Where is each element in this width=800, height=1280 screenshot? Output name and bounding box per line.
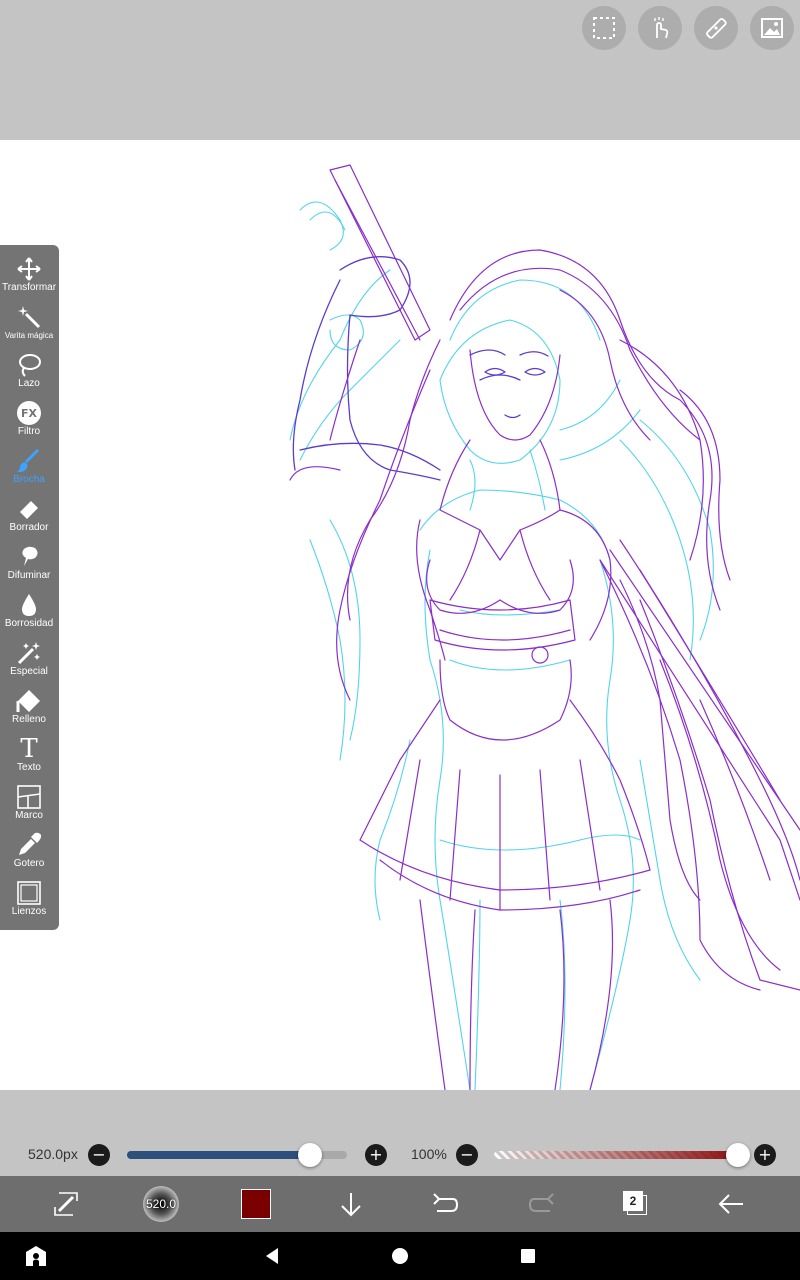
arrow-left-icon [718,1194,743,1214]
tool-lasso[interactable]: Lazo [0,349,58,397]
eraser-icon [15,495,43,523]
brush-size-value: 520.0px [28,1146,78,1162]
tool-label: Varita mágica [4,331,54,340]
ruler-icon [706,18,727,39]
tool-label: Lienzos [11,906,47,917]
tool-label: Difuminar [7,570,51,581]
action-bar: 520.0 2 [0,1176,800,1232]
eyedropper-icon [15,831,43,859]
undo-button[interactable] [426,1184,466,1224]
fill-icon [15,687,43,715]
brush-size-fill [127,1151,310,1159]
sketch-artwork [289,164,800,1090]
frame-icon [15,783,43,811]
special-icon [15,639,43,667]
blur-icon [15,591,43,619]
tool-special[interactable]: Especial [0,637,58,685]
touch-icon [654,17,669,39]
tool-magic-wand[interactable]: Varita mágica [0,301,58,349]
triangle-back-icon [266,1248,278,1264]
tool-label: Relleno [12,714,46,725]
magic-wand-icon [15,303,43,331]
tool-label: Marco [15,810,43,821]
fx-icon: FX [15,399,43,427]
layer-count: 2 [623,1191,643,1211]
slider-panel: 520.0px − + 100% − + [0,1090,800,1176]
tool-label: Borrador [9,522,49,533]
assistant-button[interactable] [24,1244,48,1268]
tool-palette: Transformar Varita mágica Lazo FX Filtro… [0,245,59,930]
redo-icon [528,1193,554,1212]
tool-text[interactable]: T Texto [0,733,58,781]
arrow-down-icon [341,1193,361,1217]
text-icon: T [20,734,38,764]
layers-button[interactable]: 2 [616,1184,656,1224]
brush-size-plus-button[interactable]: + [365,1144,387,1166]
selection-button[interactable] [582,6,626,50]
opacity-plus-button[interactable]: + [754,1144,776,1166]
tool-frame[interactable]: Marco [0,781,58,829]
redo-button[interactable] [521,1184,561,1224]
tool-blur[interactable]: Borrosidad [0,589,58,637]
top-bar [0,0,800,140]
tool-smudge[interactable]: Difuminar [0,541,58,589]
touch-button[interactable] [638,6,682,50]
opacity-value: 100% [411,1146,447,1162]
back-button[interactable] [711,1184,751,1224]
drawing-canvas[interactable] [0,140,800,1090]
selection-icon [593,17,615,39]
brush-preview-button[interactable]: 520.0 [141,1184,181,1224]
tool-eraser[interactable]: Borrador [0,493,58,541]
nav-home-button[interactable] [392,1248,408,1264]
tool-eyedropper[interactable]: Gotero [0,829,58,877]
layers-icon: 2 [622,1190,650,1218]
tool-filter[interactable]: FX Filtro [0,397,58,445]
undo-icon [433,1193,459,1212]
tool-brush[interactable]: Brocha [0,445,58,493]
tool-label: Brocha [13,474,45,485]
tool-label: Filtro [17,426,41,437]
tool-label: Texto [17,762,41,773]
opacity-track[interactable] [494,1151,738,1159]
ruler-button[interactable] [694,6,738,50]
opacity-minus-button[interactable]: − [456,1144,478,1166]
nav-back-button[interactable] [262,1246,282,1266]
system-nav-bar [0,1232,800,1280]
lasso-icon [15,351,43,379]
swap-icon [54,1192,78,1216]
tool-label: Lazo [18,378,40,389]
brush-preview-icon: 520.0 [143,1186,179,1222]
tool-label: Gotero [13,858,45,869]
tool-fill[interactable]: Relleno [0,685,58,733]
accessibility-icon [26,1246,46,1266]
opacity-slider-thumb[interactable] [726,1143,750,1167]
current-color-swatch [241,1189,271,1219]
brush-preview-value: 520.0 [145,1197,177,1211]
download-button[interactable] [331,1184,371,1224]
tool-label: Borrosidad [4,618,54,629]
image-icon [761,18,783,38]
brush-size-slider-thumb[interactable] [297,1143,322,1167]
image-button[interactable] [750,6,794,50]
move-icon [15,255,43,283]
canvas-icon [15,879,43,907]
brush-size-minus-button[interactable]: − [88,1144,110,1166]
color-picker-button[interactable] [236,1184,276,1224]
swap-tool-button[interactable] [46,1184,86,1224]
smudge-icon [15,543,43,571]
tool-label: Transformar [1,282,57,293]
nav-recents-button[interactable] [521,1249,535,1263]
tool-label: Especial [10,666,48,677]
tool-canvas[interactable]: Lienzos [0,877,58,925]
tool-transform[interactable]: Transformar [0,253,58,301]
brush-icon [15,447,43,475]
